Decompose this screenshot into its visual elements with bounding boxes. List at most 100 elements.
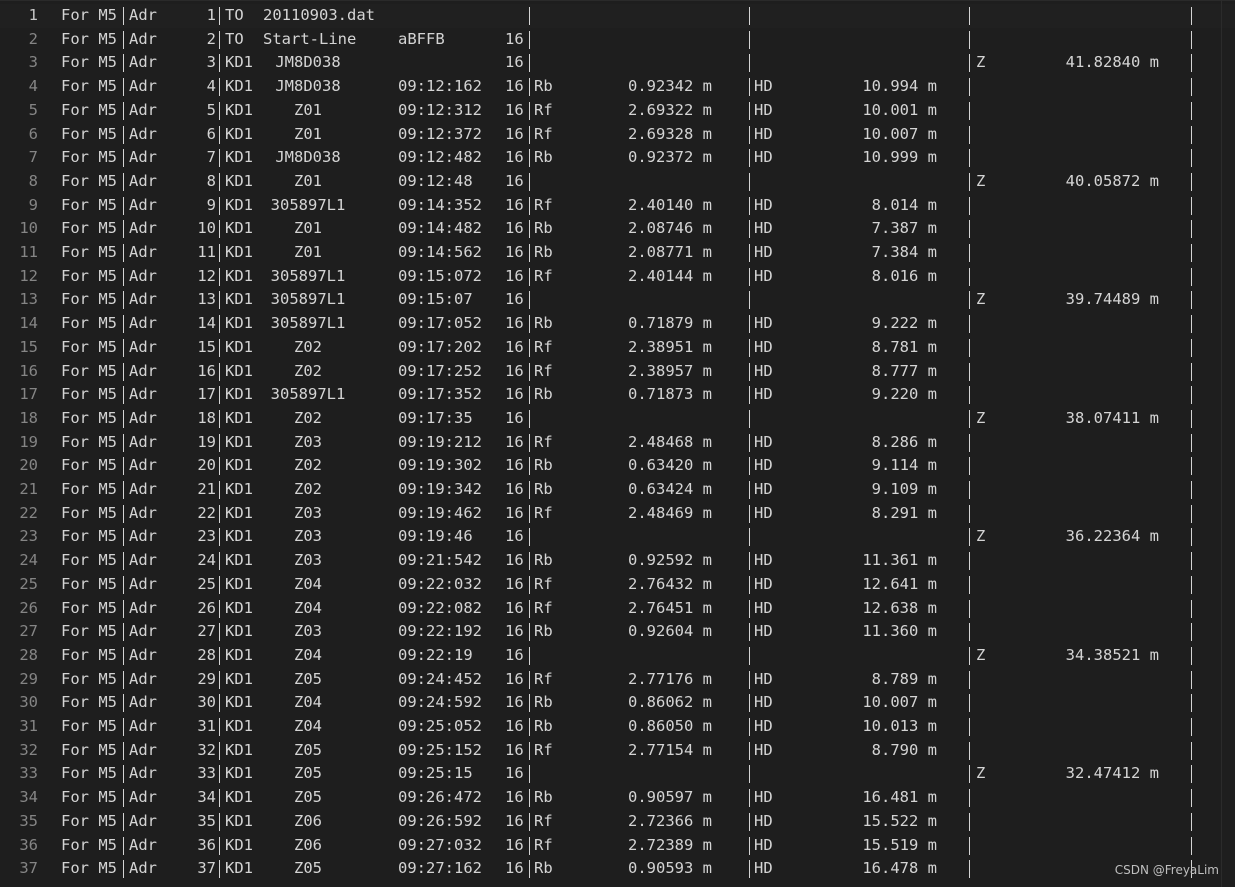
editor-line[interactable]: 26 For M5 Adr 26 KD1 Z04 09:22:082 16 Rf 2.76451 … <box>0 597 1235 621</box>
editor-line[interactable]: 1 For M5 Adr 1 TO 20110903.dat <box>0 4 1235 28</box>
column-separator <box>123 220 124 239</box>
column-separator <box>749 409 750 428</box>
column-separator <box>529 718 530 736</box>
column-separator <box>219 457 220 476</box>
editor-line[interactable]: 37 For M5 Adr 37 KD1 Z05 09:27:162 16 Rb 0.90593 … <box>0 857 1235 881</box>
field-instrument: For M5 <box>61 77 117 96</box>
address-number: 14 <box>197 314 216 333</box>
editor-line[interactable]: 14 For M5 Adr 14 KD1 305897L1 09:17:052 16 Rb 0.7… <box>0 312 1235 336</box>
editor-line[interactable]: 13 For M5 Adr 13 KD1 305897L1 09:15:07 16 Z 39.74… <box>0 288 1235 312</box>
field-reading-type: Rb <box>534 148 553 167</box>
line-number: 19 <box>19 432 38 451</box>
field-distance-value: 8.286 m <box>871 432 937 451</box>
editor-line[interactable]: 5 For M5 Adr 5 KD1 Z01 09:12:312 16 Rf 2.69322 m H… <box>0 99 1235 123</box>
address-number: 31 <box>197 717 216 735</box>
field-time: 09:22:192 <box>398 622 482 641</box>
field-point-id: Z04 <box>294 717 322 735</box>
column-separator <box>749 386 750 405</box>
field-point-id: Z01 <box>294 124 322 143</box>
editor-line[interactable]: 23 For M5 Adr 23 KD1 Z03 09:19:46 16 Z 36.22364 m <box>0 525 1235 549</box>
field-point-id: Start-Line <box>263 29 357 48</box>
editor-line[interactable]: 34 For M5 Adr 34 KD1 Z05 09:26:472 16 Rb 0.90597 … <box>0 786 1235 810</box>
editor-line[interactable]: 30 For M5 Adr 30 KD1 Z04 09:24:592 16 Rb 0.86062 … <box>0 691 1235 715</box>
editor-line[interactable]: 20 For M5 Adr 20 KD1 Z02 09:19:302 16 Rb 0.63420 … <box>0 454 1235 478</box>
column-separator <box>123 694 124 713</box>
field-distance-type: HD <box>754 859 773 878</box>
column-separator <box>969 362 970 381</box>
editor-line[interactable]: 18 For M5 Adr 18 KD1 Z02 09:17:35 16 Z 38.07411 m <box>0 407 1235 431</box>
editor-line[interactable]: 19 For M5 Adr 19 KD1 Z03 09:19:212 16 Rf 2.48468 … <box>0 431 1235 455</box>
field-reading-type: Rb <box>534 314 553 333</box>
editor-line[interactable]: 7 For M5 Adr 7 KD1 JM8D038 09:12:482 16 Rb 0.9237… <box>0 146 1235 170</box>
editor-line[interactable]: 2 For M5 Adr 2 TO Start-Line aBFFB 16 <box>0 28 1235 52</box>
field-type: KD1 <box>225 314 253 333</box>
editor-line[interactable]: 15 For M5 Adr 15 KD1 Z02 09:17:202 16 Rf 2.38951 … <box>0 336 1235 360</box>
editor-line[interactable]: 29 For M5 Adr 29 KD1 Z05 09:24:452 16 Rf 2.77176 … <box>0 668 1235 692</box>
editor-line[interactable]: 25 For M5 Adr 25 KD1 Z04 09:22:032 16 Rf 2.76432 … <box>0 573 1235 597</box>
field-type: KD1 <box>225 53 253 72</box>
column-separator <box>219 315 220 334</box>
column-separator <box>749 789 750 808</box>
field-distance-type: HD <box>754 337 773 356</box>
editor-line[interactable]: 11 For M5 Adr 11 KD1 Z01 09:14:562 16 Rb 2.08771 … <box>0 241 1235 265</box>
field-time: 09:14:352 <box>398 195 482 214</box>
address-label: Adr <box>129 148 157 167</box>
line-number: 1 <box>28 6 38 24</box>
field-time: 09:12:48 <box>398 171 473 190</box>
editor-line[interactable]: 24 For M5 Adr 24 KD1 Z03 09:21:542 16 Rb 0.92592 … <box>0 549 1235 573</box>
editor-line[interactable]: 9 For M5 Adr 9 KD1 305897L1 09:14:352 16 Rf 2.401… <box>0 194 1235 218</box>
address-number: 34 <box>197 788 216 807</box>
field-instrument: For M5 <box>61 527 117 546</box>
column-separator <box>749 670 750 689</box>
editor-line[interactable]: 27 For M5 Adr 27 KD1 Z03 09:22:192 16 Rb 0.92604 … <box>0 620 1235 644</box>
editor-line[interactable]: 21 For M5 Adr 21 KD1 Z02 09:19:342 16 Rb 0.63424 … <box>0 478 1235 502</box>
field-time: 09:14:482 <box>398 219 482 238</box>
editor-line[interactable]: 12 For M5 Adr 12 KD1 305897L1 09:15:072 16 Rf 2.4… <box>0 265 1235 289</box>
field-height-type: Z <box>976 171 986 190</box>
vertical-scrollbar[interactable] <box>1221 0 1235 887</box>
editor-line[interactable]: 33 For M5 Adr 33 KD1 Z05 09:25:15 16 Z 32.47412 m <box>0 762 1235 786</box>
address-label: Adr <box>129 859 157 878</box>
address-label: Adr <box>129 788 157 807</box>
editor-line[interactable]: 3 For M5 Adr 3 KD1 JM8D038 16 Z 41.82840 m <box>0 51 1235 75</box>
field-reading-type: Rb <box>534 622 553 641</box>
column-separator <box>969 315 970 334</box>
editor-line[interactable]: 32 For M5 Adr 32 KD1 Z05 09:25:152 16 Rf 2.77154 … <box>0 739 1235 763</box>
address-number: 29 <box>197 669 216 688</box>
editor-line[interactable]: 17 For M5 Adr 17 KD1 305897L1 09:17:352 16 Rb 0.7… <box>0 383 1235 407</box>
column-separator <box>123 528 124 547</box>
column-separator <box>749 267 750 286</box>
column-separator <box>123 433 124 452</box>
field-distance-value: 9.114 m <box>871 456 937 475</box>
editor-line[interactable]: 22 For M5 Adr 22 KD1 Z03 09:19:462 16 Rf 2.48469 … <box>0 502 1235 526</box>
editor-line[interactable]: 36 For M5 Adr 36 KD1 Z06 09:27:032 16 Rf 2.72389 … <box>0 834 1235 858</box>
field-time: 09:24:592 <box>398 693 482 712</box>
column-separator <box>219 599 220 618</box>
editor-line[interactable]: 35 For M5 Adr 35 KD1 Z06 09:26:592 16 Rf 2.72366 … <box>0 810 1235 834</box>
line-number: 14 <box>19 314 38 333</box>
text-editor[interactable]: 1 For M5 Adr 1 TO 20110903.dat 2 For M5 Adr 2 TO St… <box>0 4 1235 887</box>
editor-line[interactable]: 10 For M5 Adr 10 KD1 Z01 09:14:482 16 Rb 2.08746 … <box>0 217 1235 241</box>
editor-line[interactable]: 6 For M5 Adr 6 KD1 Z01 09:12:372 16 Rf 2.69328 m H… <box>0 123 1235 147</box>
column-separator <box>219 125 220 144</box>
column-separator <box>219 836 220 855</box>
editor-line[interactable]: 16 For M5 Adr 16 KD1 Z02 09:17:252 16 Rf 2.38957 … <box>0 360 1235 384</box>
field-distance-value: 11.360 m <box>862 622 937 641</box>
editor-line[interactable]: 8 For M5 Adr 8 KD1 Z01 09:12:48 16 Z 40.05872 m <box>0 170 1235 194</box>
line-number: 20 <box>19 456 38 475</box>
column-separator <box>1191 599 1192 618</box>
column-separator <box>1191 196 1192 215</box>
address-number: 8 <box>206 171 216 190</box>
field-code: 16 <box>505 480 524 498</box>
field-reading-value: 2.69328 m <box>628 124 712 143</box>
field-distance-type: HD <box>754 551 773 570</box>
editor-line[interactable]: 28 For M5 Adr 28 KD1 Z04 09:22:19 16 Z 34.38521 m <box>0 644 1235 668</box>
column-separator <box>123 599 124 618</box>
editor-line[interactable]: 31 For M5 Adr 31 KD1 Z04 09:25:052 16 Rb 0.86050 … <box>0 715 1235 739</box>
editor-line[interactable]: 4 For M5 Adr 4 KD1 JM8D038 09:12:162 16 Rb 0.9234… <box>0 75 1235 99</box>
column-separator <box>219 812 220 831</box>
address-number: 9 <box>206 195 216 214</box>
line-number: 27 <box>19 622 38 641</box>
column-separator <box>749 125 750 144</box>
column-separator <box>749 765 750 784</box>
